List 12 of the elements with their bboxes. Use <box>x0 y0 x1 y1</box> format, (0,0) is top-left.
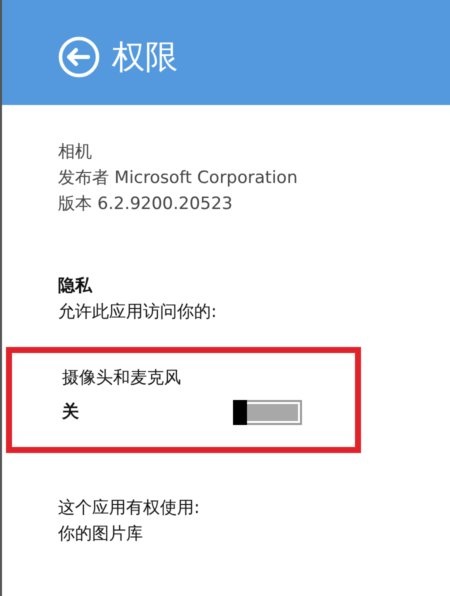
section-description: 允许此应用访问你的: <box>58 301 217 324</box>
back-icon[interactable] <box>58 36 100 78</box>
app-info-text: 相机 <box>58 141 92 164</box>
toggle-state-text: 关 <box>62 401 79 424</box>
page-title: 权限 <box>112 36 178 76</box>
app-info-text: 发布者 Microsoft Corporation <box>58 167 298 190</box>
permission-label: 摄像头和麦克风 <box>62 367 182 390</box>
section-heading: 这个应用有权使用: <box>58 497 200 520</box>
section-heading: 隐私 <box>58 275 92 298</box>
app-info-text: 版本 6.2.9200.20523 <box>58 193 233 216</box>
toggle-switch[interactable] <box>233 400 302 424</box>
capability-item: 你的图片库 <box>58 523 143 546</box>
